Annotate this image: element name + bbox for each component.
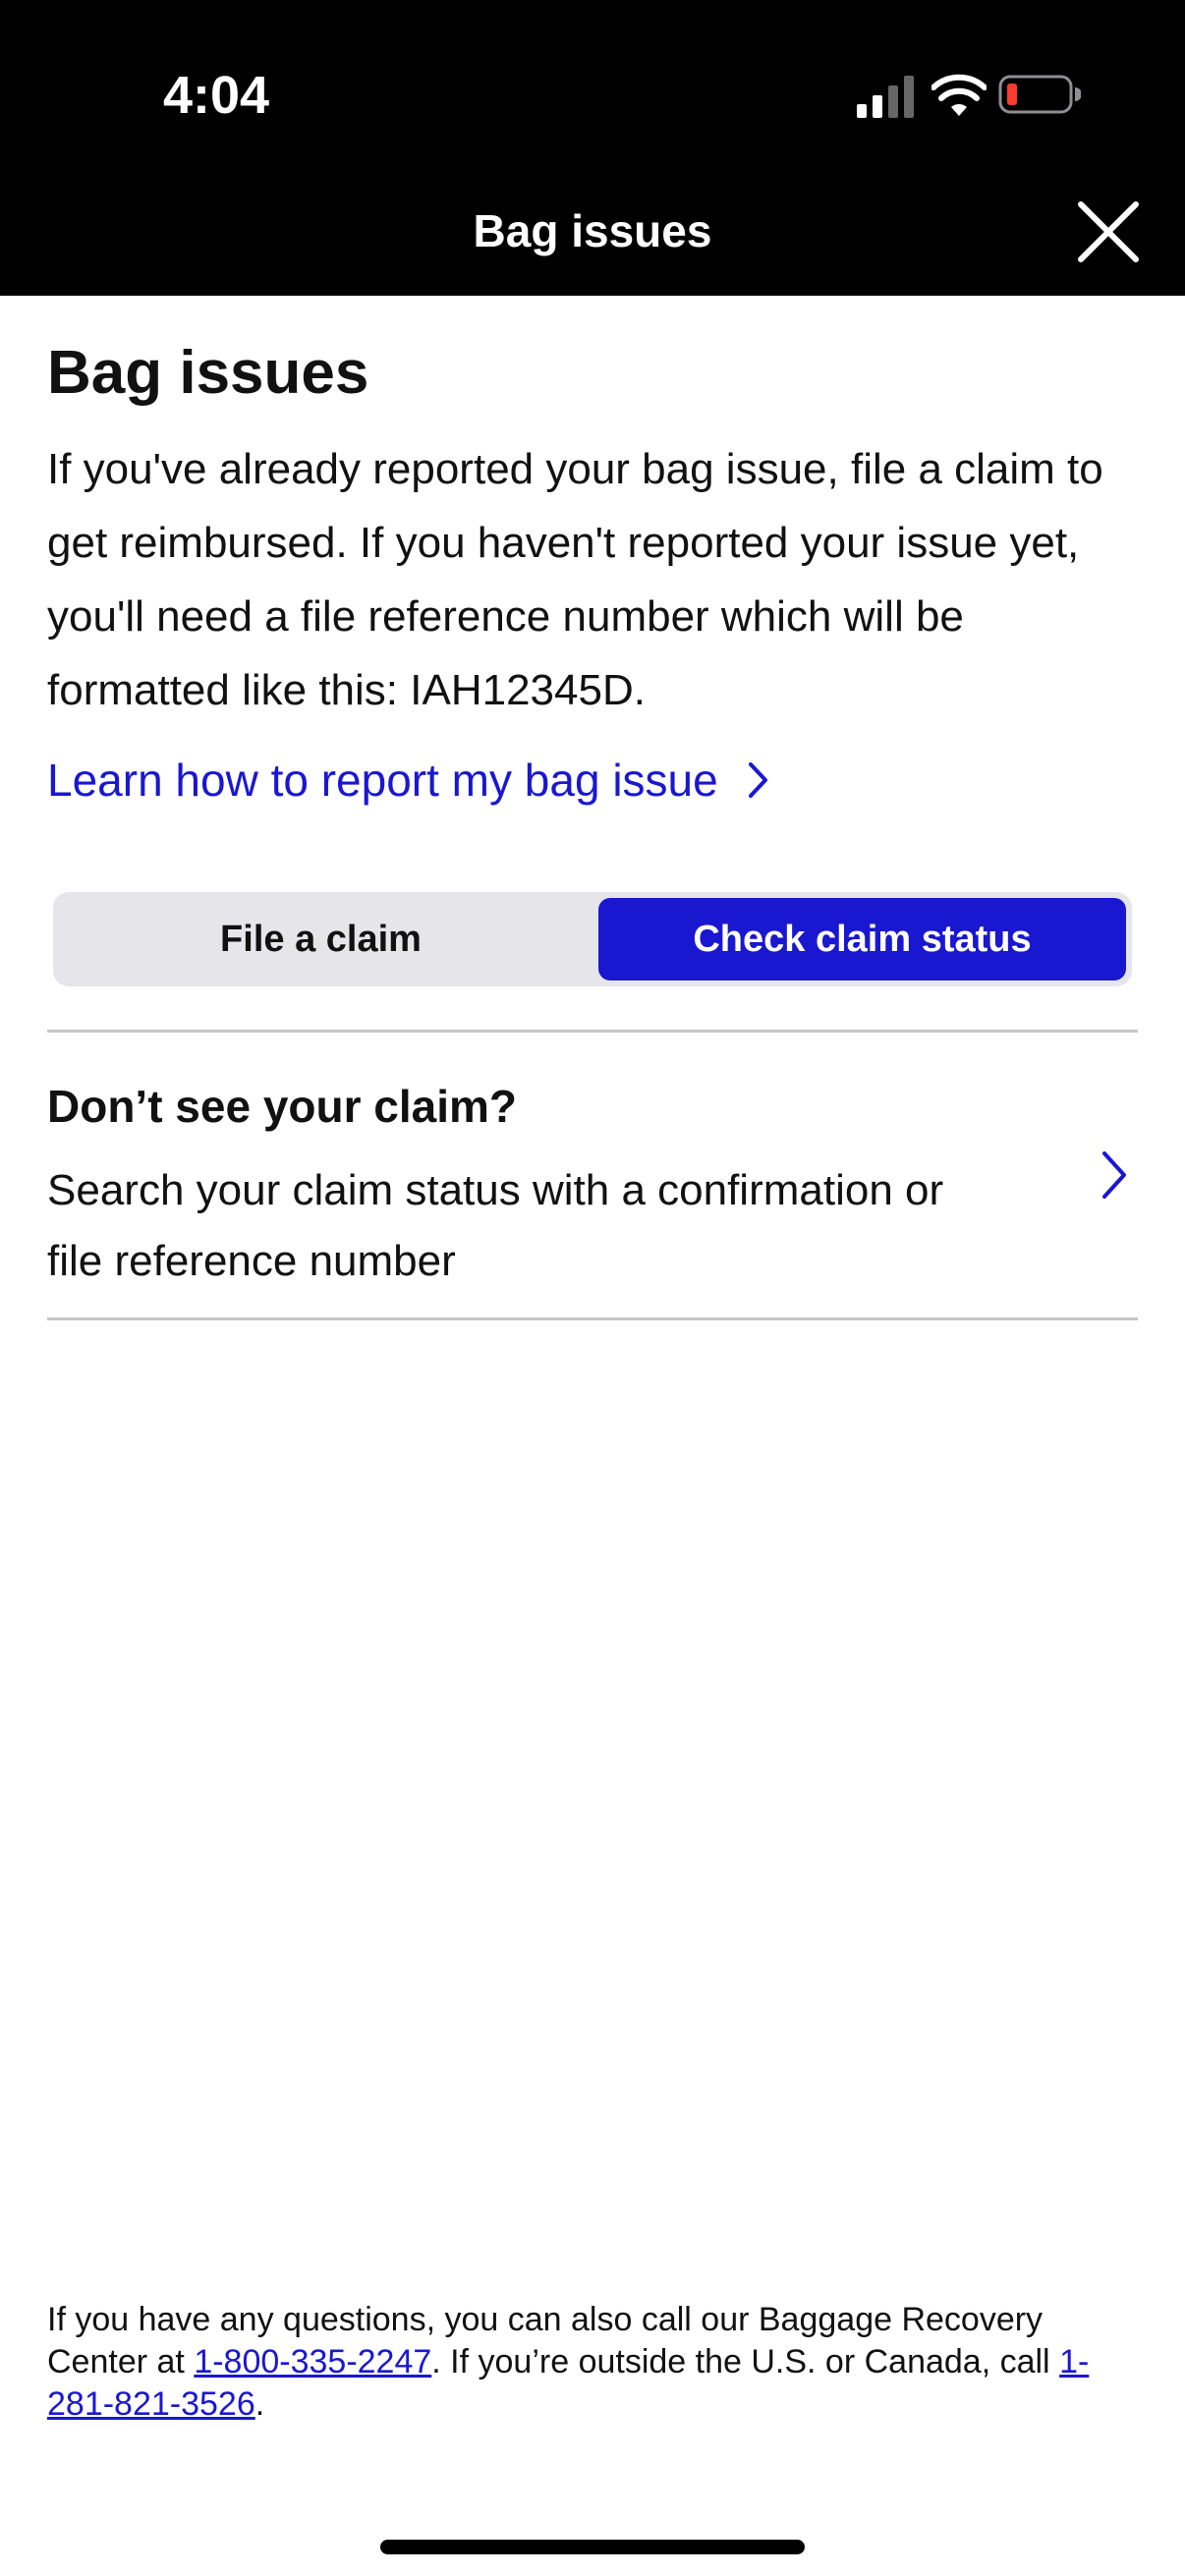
status-icons — [841, 71, 1087, 120]
chevron-right-icon — [1102, 1151, 1126, 1199]
claim-tabs: File a claim Check claim status — [53, 892, 1132, 986]
page-title: Bag issues — [47, 339, 369, 407]
home-indicator[interactable] — [380, 2540, 805, 2554]
divider — [47, 1317, 1138, 1320]
chevron-right-icon — [748, 762, 767, 798]
status-time: 4:04 — [163, 66, 270, 125]
battery-low-icon — [998, 75, 1081, 114]
tab-check-claim-status[interactable]: Check claim status — [598, 898, 1126, 980]
claim-search-description: Search your claim status with a confirma… — [47, 1166, 944, 1285]
learn-how-to-report-link[interactable]: Learn how to report my bag issue — [47, 741, 1138, 819]
intro-text: If you've already reported your bag issu… — [47, 445, 1103, 714]
footer-contact-text: If you have any questions, you can also … — [47, 2299, 1138, 2426]
top-header: 4:04 Bag issues — [0, 0, 1185, 296]
cellular-signal-icon — [857, 76, 914, 118]
tab-file-a-claim[interactable]: File a claim — [53, 898, 589, 980]
phone-link-us[interactable]: 1-800-335-2247 — [194, 2343, 431, 2380]
footer-text: . — [254, 2385, 265, 2423]
claim-search-heading: Don’t see your claim? — [47, 1081, 518, 1132]
header-title: Bag issues — [473, 205, 712, 256]
footer-text: . If you’re outside the U.S. or Canada, … — [431, 2343, 1060, 2380]
intro-section: Bag issues If you've already reported yo… — [47, 334, 1138, 819]
close-icon[interactable] — [1073, 196, 1144, 267]
learn-link-label: Learn how to report my bag issue — [47, 755, 718, 806]
search-claim-row[interactable]: Don’t see your claim? Search your claim … — [47, 1032, 1138, 1316]
wifi-icon — [931, 74, 987, 116]
